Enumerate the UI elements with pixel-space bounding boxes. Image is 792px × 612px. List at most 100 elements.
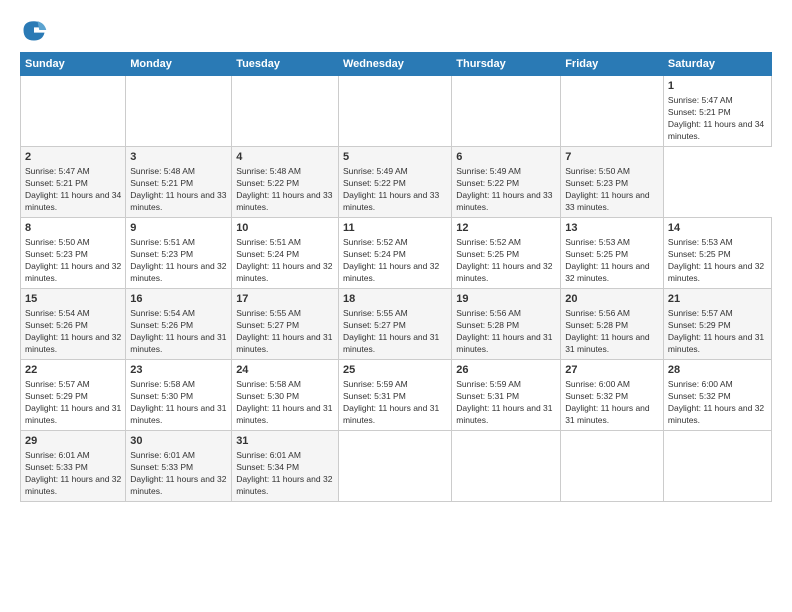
day-number: 5 <box>343 150 447 165</box>
sunset: Sunset: 5:31 PM <box>456 391 556 403</box>
daylight: Daylight: 11 hours and 33 minutes. <box>343 190 447 214</box>
day-number: 28 <box>668 363 767 378</box>
sunset: Sunset: 5:21 PM <box>25 178 121 190</box>
daylight: Daylight: 11 hours and 31 minutes. <box>343 403 447 427</box>
sunrise: Sunrise: 5:59 AM <box>343 379 447 391</box>
empty-cell <box>452 76 561 147</box>
sunrise: Sunrise: 5:54 AM <box>130 308 227 320</box>
sunrise: Sunrise: 6:01 AM <box>236 450 334 462</box>
daylight: Daylight: 11 hours and 32 minutes. <box>343 261 447 285</box>
day-cell: 10Sunrise: 5:51 AMSunset: 5:24 PMDayligh… <box>232 217 339 288</box>
daylight: Daylight: 11 hours and 33 minutes. <box>565 190 659 214</box>
sunset: Sunset: 5:23 PM <box>25 249 121 261</box>
daylight: Daylight: 11 hours and 32 minutes. <box>25 332 121 356</box>
sunset: Sunset: 5:23 PM <box>130 249 227 261</box>
sunrise: Sunrise: 5:59 AM <box>456 379 556 391</box>
sunset: Sunset: 5:23 PM <box>565 178 659 190</box>
empty-cell <box>21 76 126 147</box>
daylight: Daylight: 11 hours and 33 minutes. <box>456 190 556 214</box>
sunrise: Sunrise: 5:56 AM <box>565 308 659 320</box>
header <box>20 16 772 44</box>
sunrise: Sunrise: 5:50 AM <box>25 237 121 249</box>
day-cell: 8Sunrise: 5:50 AMSunset: 5:23 PMDaylight… <box>21 217 126 288</box>
day-number: 15 <box>25 292 121 307</box>
sunset: Sunset: 5:29 PM <box>25 391 121 403</box>
col-header-wednesday: Wednesday <box>338 53 451 76</box>
daylight: Daylight: 11 hours and 31 minutes. <box>236 403 334 427</box>
daylight: Daylight: 11 hours and 32 minutes. <box>130 261 227 285</box>
sunrise: Sunrise: 5:56 AM <box>456 308 556 320</box>
sunrise: Sunrise: 5:49 AM <box>456 166 556 178</box>
sunrise: Sunrise: 5:51 AM <box>236 237 334 249</box>
week-row-3: 8Sunrise: 5:50 AMSunset: 5:23 PMDaylight… <box>21 217 772 288</box>
day-number: 31 <box>236 434 334 449</box>
sunrise: Sunrise: 5:58 AM <box>236 379 334 391</box>
day-cell: 22Sunrise: 5:57 AMSunset: 5:29 PMDayligh… <box>21 359 126 430</box>
day-number: 10 <box>236 221 334 236</box>
calendar-table: SundayMondayTuesdayWednesdayThursdayFrid… <box>20 52 772 502</box>
day-number: 6 <box>456 150 556 165</box>
col-header-sunday: Sunday <box>21 53 126 76</box>
day-cell: 6Sunrise: 5:49 AMSunset: 5:22 PMDaylight… <box>452 146 561 217</box>
daylight: Daylight: 11 hours and 31 minutes. <box>236 332 334 356</box>
day-number: 24 <box>236 363 334 378</box>
daylight: Daylight: 11 hours and 32 minutes. <box>456 261 556 285</box>
sunset: Sunset: 5:30 PM <box>236 391 334 403</box>
week-row-1: 1Sunrise: 5:47 AMSunset: 5:21 PMDaylight… <box>21 76 772 147</box>
day-cell: 26Sunrise: 5:59 AMSunset: 5:31 PMDayligh… <box>452 359 561 430</box>
day-cell: 16Sunrise: 5:54 AMSunset: 5:26 PMDayligh… <box>126 288 232 359</box>
daylight: Daylight: 11 hours and 34 minutes. <box>25 190 121 214</box>
day-cell: 21Sunrise: 5:57 AMSunset: 5:29 PMDayligh… <box>663 288 771 359</box>
sunrise: Sunrise: 5:52 AM <box>343 237 447 249</box>
sunset: Sunset: 5:24 PM <box>343 249 447 261</box>
day-number: 21 <box>668 292 767 307</box>
sunrise: Sunrise: 5:55 AM <box>236 308 334 320</box>
daylight: Daylight: 11 hours and 32 minutes. <box>565 261 659 285</box>
col-header-friday: Friday <box>561 53 664 76</box>
sunset: Sunset: 5:21 PM <box>130 178 227 190</box>
sunset: Sunset: 5:33 PM <box>25 462 121 474</box>
sunrise: Sunrise: 5:57 AM <box>668 308 767 320</box>
col-header-monday: Monday <box>126 53 232 76</box>
sunrise: Sunrise: 5:48 AM <box>130 166 227 178</box>
week-row-4: 15Sunrise: 5:54 AMSunset: 5:26 PMDayligh… <box>21 288 772 359</box>
day-number: 9 <box>130 221 227 236</box>
empty-cell <box>232 76 339 147</box>
day-number: 13 <box>565 221 659 236</box>
day-cell: 4Sunrise: 5:48 AMSunset: 5:22 PMDaylight… <box>232 146 339 217</box>
day-number: 27 <box>565 363 659 378</box>
day-cell: 11Sunrise: 5:52 AMSunset: 5:24 PMDayligh… <box>338 217 451 288</box>
sunrise: Sunrise: 5:55 AM <box>343 308 447 320</box>
daylight: Daylight: 11 hours and 31 minutes. <box>130 332 227 356</box>
week-row-5: 22Sunrise: 5:57 AMSunset: 5:29 PMDayligh… <box>21 359 772 430</box>
col-header-tuesday: Tuesday <box>232 53 339 76</box>
day-cell: 17Sunrise: 5:55 AMSunset: 5:27 PMDayligh… <box>232 288 339 359</box>
sunset: Sunset: 5:27 PM <box>343 320 447 332</box>
day-number: 16 <box>130 292 227 307</box>
sunset: Sunset: 5:26 PM <box>25 320 121 332</box>
logo <box>20 16 52 44</box>
daylight: Daylight: 11 hours and 31 minutes. <box>456 332 556 356</box>
day-number: 1 <box>668 79 767 94</box>
daylight: Daylight: 11 hours and 32 minutes. <box>25 261 121 285</box>
sunset: Sunset: 5:24 PM <box>236 249 334 261</box>
daylight: Daylight: 11 hours and 34 minutes. <box>668 119 767 143</box>
daylight: Daylight: 11 hours and 31 minutes. <box>25 403 121 427</box>
empty-cell <box>561 76 664 147</box>
sunrise: Sunrise: 5:52 AM <box>456 237 556 249</box>
day-number: 7 <box>565 150 659 165</box>
daylight: Daylight: 11 hours and 31 minutes. <box>130 403 227 427</box>
day-cell: 12Sunrise: 5:52 AMSunset: 5:25 PMDayligh… <box>452 217 561 288</box>
empty-cell <box>452 430 561 501</box>
sunrise: Sunrise: 5:53 AM <box>668 237 767 249</box>
day-number: 30 <box>130 434 227 449</box>
sunset: Sunset: 5:28 PM <box>456 320 556 332</box>
col-header-saturday: Saturday <box>663 53 771 76</box>
day-number: 8 <box>25 221 121 236</box>
sunrise: Sunrise: 5:51 AM <box>130 237 227 249</box>
day-number: 12 <box>456 221 556 236</box>
sunrise: Sunrise: 5:54 AM <box>25 308 121 320</box>
empty-cell <box>126 76 232 147</box>
day-cell: 25Sunrise: 5:59 AMSunset: 5:31 PMDayligh… <box>338 359 451 430</box>
sunset: Sunset: 5:29 PM <box>668 320 767 332</box>
